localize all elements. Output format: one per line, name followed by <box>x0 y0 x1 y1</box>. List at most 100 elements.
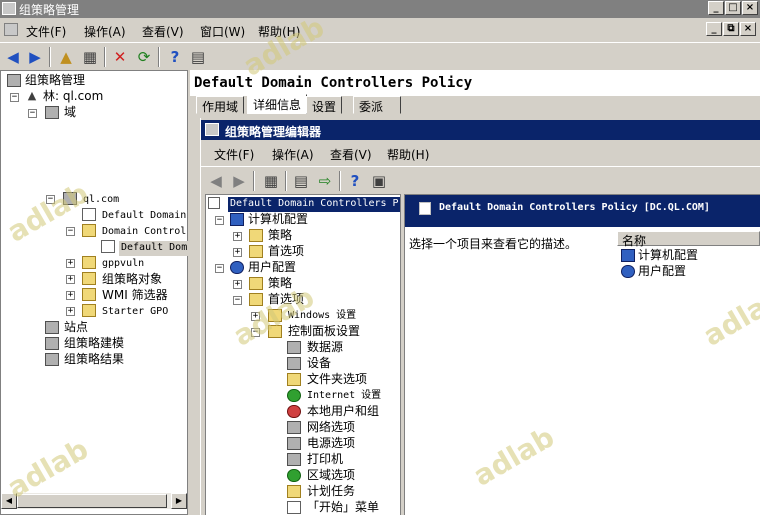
tree-scheduled-tasks[interactable]: 计划任务 <box>307 484 355 499</box>
menu-file[interactable]: 文件(F) <box>26 23 66 40</box>
editor-menu-help[interactable]: 帮助(H) <box>387 146 429 163</box>
scroll-right-icon[interactable]: ▶ <box>171 493 187 509</box>
computer-icon <box>230 213 244 226</box>
tree-domains[interactable]: 域 <box>64 105 76 120</box>
show-tree-icon[interactable]: ▦ <box>80 47 100 67</box>
tab-details[interactable]: 详细信息 <box>247 94 308 114</box>
up-folder-icon[interactable]: ▲ <box>56 47 76 67</box>
editor-title: 组策略管理编辑器 <box>225 125 322 139</box>
show-tree-icon[interactable]: ▦ <box>261 171 281 191</box>
tree-local-users[interactable]: 本地用户和组 <box>307 404 379 419</box>
delete-icon[interactable]: ✕ <box>110 47 130 67</box>
expand-toggle[interactable]: + <box>66 291 75 300</box>
tab-scope[interactable]: 作用域 <box>196 96 245 114</box>
minimize-button[interactable]: _ <box>708 1 724 15</box>
editor-menu-file[interactable]: 文件(F) <box>214 146 254 163</box>
tree-wmi-filters[interactable]: WMI 筛选器 <box>102 288 168 303</box>
folder-icon <box>249 245 263 258</box>
help-icon[interactable]: ? <box>165 47 185 67</box>
tree-preferences[interactable]: 首选项 <box>268 244 304 259</box>
tree-root[interactable]: 组策略管理 <box>25 73 85 88</box>
tree-starter-gpo[interactable]: Starter GPO <box>102 305 168 320</box>
editor-toolbar: ◀ ▶ ▦ ▤ ⇨ ? ▣ <box>201 166 760 192</box>
collapse-toggle[interactable]: − <box>215 264 224 273</box>
toolbar-separator <box>158 47 160 67</box>
tree-dc-policy-selected[interactable]: Default Dom <box>119 241 190 256</box>
expand-toggle[interactable]: + <box>233 232 242 241</box>
name-column-header[interactable]: 名称 <box>617 231 760 248</box>
expand-toggle[interactable]: + <box>233 248 242 257</box>
menu-view[interactable]: 查看(V) <box>142 23 184 40</box>
mdi-restore-button[interactable]: ⧉ <box>723 22 739 36</box>
gpo-icon <box>208 197 220 209</box>
tree-power-options[interactable]: 电源选项 <box>307 436 355 451</box>
tree-results[interactable]: 组策略结果 <box>64 352 124 367</box>
refresh-icon[interactable]: ⟳ <box>134 47 154 67</box>
expand-toggle[interactable]: + <box>233 280 242 289</box>
name-column-label: 名称 <box>622 234 647 248</box>
tab-settings[interactable]: 设置 <box>306 96 343 114</box>
tree-start-menu[interactable]: 「开始」菜单 <box>307 500 379 515</box>
tree-default-domain-policy[interactable]: Default Domain <box>102 209 186 224</box>
expand-toggle[interactable]: + <box>66 275 75 284</box>
toolbar-separator <box>49 47 51 67</box>
folder-icon <box>82 272 96 285</box>
back-arrow-icon[interactable]: ◀ <box>3 47 23 67</box>
collapse-toggle[interactable]: − <box>28 109 37 118</box>
collapse-toggle[interactable]: − <box>233 296 242 305</box>
scroll-thumb[interactable] <box>17 494 167 508</box>
toolbar-separator <box>104 47 106 67</box>
tree-computer-config[interactable]: 计算机配置 <box>248 212 308 227</box>
power-icon <box>287 437 301 450</box>
tree-control-panel[interactable]: 控制面板设置 <box>288 324 360 339</box>
tree-network-options[interactable]: 网络选项 <box>307 420 355 435</box>
folder-icon <box>249 229 263 242</box>
window-title: 组策略管理 <box>19 3 80 17</box>
forward-arrow-icon[interactable]: ▶ <box>229 171 249 191</box>
tree-regional-options[interactable]: 区域选项 <box>307 468 355 483</box>
list-item-user-config[interactable]: 用户配置 <box>638 264 686 279</box>
tree-printers[interactable]: 打印机 <box>307 452 343 467</box>
expand-toggle[interactable]: + <box>66 307 75 316</box>
collapse-toggle[interactable]: − <box>215 216 224 225</box>
gpo-link-icon <box>101 240 115 253</box>
mdi-close-button[interactable]: × <box>740 22 756 36</box>
document-icon <box>4 23 18 36</box>
close-button[interactable]: × <box>742 1 758 15</box>
expand-toggle[interactable]: + <box>66 259 75 268</box>
collapse-toggle[interactable]: − <box>10 93 19 102</box>
device-icon <box>287 357 301 370</box>
tree-domain-controllers[interactable]: Domain Control <box>102 225 186 240</box>
collapse-toggle[interactable]: − <box>66 227 75 236</box>
editor-menu-action[interactable]: 操作(A) <box>272 146 314 163</box>
tree-devices[interactable]: 设备 <box>307 356 331 371</box>
editor-menu-view[interactable]: 查看(V) <box>330 146 372 163</box>
tree-internet-settings[interactable]: Internet 设置 <box>307 389 381 404</box>
tree-sites[interactable]: 站点 <box>64 320 88 335</box>
results-icon <box>45 353 59 366</box>
tree-policies[interactable]: 策略 <box>268 228 292 243</box>
toolbar-separator <box>339 171 341 191</box>
list-item-computer-config[interactable]: 计算机配置 <box>638 248 698 263</box>
menu-action[interactable]: 操作(A) <box>84 23 126 40</box>
tree-folder-options[interactable]: 文件夹选项 <box>307 372 367 387</box>
menu-window[interactable]: 窗口(W) <box>200 23 245 40</box>
forward-arrow-icon[interactable]: ▶ <box>25 47 45 67</box>
back-arrow-icon[interactable]: ◀ <box>206 171 226 191</box>
export-list-icon[interactable]: ⇨ <box>315 171 335 191</box>
properties-icon[interactable]: ▤ <box>291 171 311 191</box>
tree-gppvuln[interactable]: gppvuln <box>102 257 144 272</box>
tree-user-config[interactable]: 用户配置 <box>248 260 296 275</box>
tree-forest[interactable]: 林: ql.com <box>43 89 103 104</box>
tab-delegation[interactable]: 委派 <box>353 96 401 114</box>
mdi-minimize-button[interactable]: _ <box>706 22 722 36</box>
tree-gpo-objects[interactable]: 组策略对象 <box>102 272 162 287</box>
editor-title-bar: 组策略管理编辑器 <box>201 120 760 140</box>
editor-tree-root[interactable]: Default Domain Controllers P <box>228 197 400 212</box>
tree-data-sources[interactable]: 数据源 <box>307 340 343 355</box>
action-pane-icon[interactable]: ▣ <box>369 171 389 191</box>
help-icon[interactable]: ? <box>345 171 365 191</box>
maximize-button[interactable]: □ <box>725 1 741 15</box>
properties-icon[interactable]: ▤ <box>188 47 208 67</box>
tree-modeling[interactable]: 组策略建模 <box>64 336 124 351</box>
